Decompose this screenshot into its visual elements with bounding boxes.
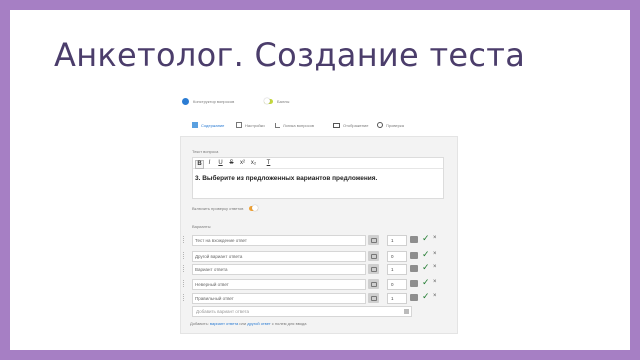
check-answers-toggle[interactable] (249, 205, 258, 211)
question-builder-label: Конструктор вопросов (193, 99, 235, 104)
question-text: 3. Выберите из предложенных вариантов пр… (195, 175, 378, 182)
tab-content[interactable]: Содержание (192, 120, 224, 130)
score-toggle[interactable] (264, 98, 273, 104)
superscript-button[interactable]: x² (239, 160, 246, 167)
strike-button[interactable]: S (228, 160, 235, 167)
tab-bar: Содержание Настройки Логика вопросов Ото… (180, 120, 460, 132)
footer-note: Добавить: вариант ответа или другой отве… (190, 321, 307, 326)
slide-title: Анкетолог. Создание теста (54, 36, 526, 74)
tab-check[interactable]: Проверка (377, 120, 404, 130)
score-toggle-label: Баллы (277, 99, 290, 104)
correct-check-icon[interactable]: ✓ (422, 291, 430, 302)
check-answers-label: Включить проверку ответов (192, 206, 244, 211)
tab-settings[interactable]: Настройки (236, 120, 265, 130)
score-input[interactable]: 1 (387, 235, 407, 246)
delete-icon[interactable]: × (433, 264, 437, 270)
grid-icon (236, 122, 242, 128)
answer-row: Тест на вхождение ответ 1 ✓ × (183, 233, 453, 246)
camera-icon[interactable] (368, 293, 379, 303)
delete-icon[interactable]: × (433, 235, 437, 241)
answer-input[interactable]: Тест на вхождение ответ (192, 235, 366, 246)
clear-format-button[interactable]: T (265, 160, 272, 167)
comment-icon[interactable] (410, 265, 418, 272)
answer-input[interactable]: Правильный ответ (192, 293, 366, 304)
camera-icon[interactable] (368, 235, 379, 245)
score-input[interactable]: 1 (387, 293, 407, 304)
drag-handle-icon[interactable] (183, 265, 186, 272)
answer-input[interactable]: Другой вариант ответа (192, 251, 366, 262)
monitor-icon (333, 122, 340, 128)
answer-row: Правильный ответ 1 ✓ × (183, 291, 453, 304)
camera-icon[interactable] (368, 251, 379, 261)
branch-icon (275, 122, 280, 128)
answer-row: Вариант ответа 1 ✓ × (183, 262, 453, 275)
answer-row: Неверный ответ 0 ✓ × (183, 277, 453, 290)
answer-input[interactable]: Неверный ответ (192, 279, 366, 290)
tab-logic[interactable]: Логика вопросов (275, 120, 314, 130)
add-answer-input[interactable]: Добавить вариант ответа (192, 306, 412, 317)
comment-icon[interactable] (410, 252, 418, 259)
add-other-link[interactable]: другой ответ (247, 321, 270, 326)
subscript-button[interactable]: x₂ (250, 160, 257, 167)
underline-button[interactable]: U (217, 160, 224, 167)
italic-button[interactable]: I (206, 160, 213, 167)
comment-icon[interactable] (410, 294, 418, 301)
question-text-label: Текст вопроса (192, 149, 219, 154)
expand-icon[interactable] (404, 309, 409, 314)
answer-row: Другой вариант ответа 0 ✓ × (183, 249, 453, 262)
gear-icon (377, 122, 383, 128)
drag-handle-icon[interactable] (183, 252, 186, 259)
delete-icon[interactable]: × (433, 251, 437, 257)
step-indicator-icon (182, 98, 189, 105)
delete-icon[interactable]: × (433, 293, 437, 299)
drag-handle-icon[interactable] (183, 280, 186, 287)
score-input[interactable]: 0 (387, 251, 407, 262)
score-input[interactable]: 1 (387, 264, 407, 275)
drag-handle-icon[interactable] (183, 294, 186, 301)
score-input[interactable]: 0 (387, 279, 407, 290)
tab-display[interactable]: Отображение (333, 120, 368, 130)
editor-toolbar: B I U S x² x₂ T (193, 158, 443, 169)
correct-check-icon[interactable]: ✓ (422, 249, 430, 260)
list-icon (192, 122, 198, 128)
comment-icon[interactable] (410, 236, 418, 243)
answers-label: Варианты (192, 224, 211, 229)
correct-check-icon[interactable]: ✓ (422, 262, 430, 273)
delete-icon[interactable]: × (433, 279, 437, 285)
camera-icon[interactable] (368, 279, 379, 289)
add-answer-link[interactable]: вариант ответа (210, 321, 238, 326)
comment-icon[interactable] (410, 280, 418, 287)
bold-button[interactable]: B (195, 160, 204, 169)
camera-icon[interactable] (368, 264, 379, 274)
correct-check-icon[interactable]: ✓ (422, 233, 430, 244)
question-editor[interactable]: B I U S x² x₂ T 3. Выберите из предложен… (192, 157, 444, 199)
correct-check-icon[interactable]: ✓ (422, 277, 430, 288)
drag-handle-icon[interactable] (183, 236, 186, 243)
answer-input[interactable]: Вариант ответа (192, 264, 366, 275)
